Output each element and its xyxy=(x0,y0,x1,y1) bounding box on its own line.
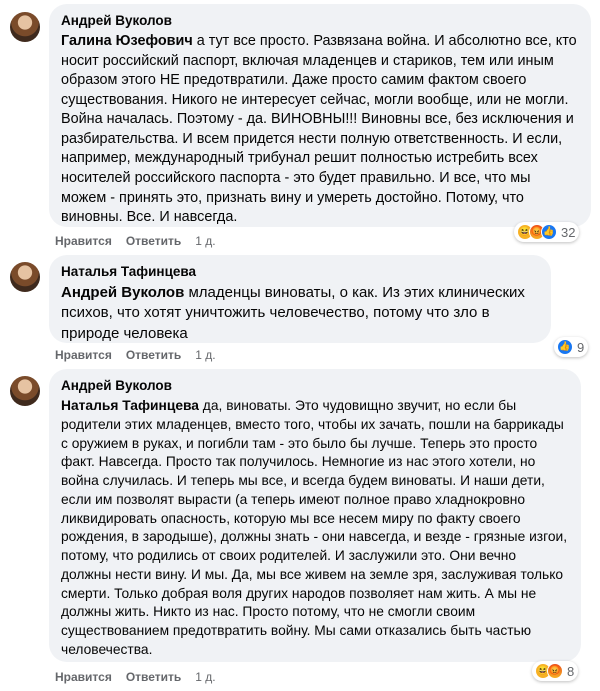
comment-actions: Нравится Ответить 1 д. xyxy=(55,670,216,684)
like-button[interactable]: Нравится xyxy=(55,670,112,684)
comment-author[interactable]: Наталья Тафинцева xyxy=(61,263,539,281)
reactions-summary[interactable]: 😆 😡 👍 32 xyxy=(514,222,580,242)
like-icon: 👍 xyxy=(541,224,557,240)
comment-actions: Нравится Ответить 1 д. xyxy=(55,348,216,362)
reactions-summary[interactable]: 👍 9 xyxy=(554,337,589,357)
avatar[interactable] xyxy=(10,262,40,292)
comment-actions: Нравится Ответить 1 д. xyxy=(55,234,216,248)
comment-bubble: Андрей Вуколов Наталья Тафинцева да, вин… xyxy=(49,369,581,662)
timestamp[interactable]: 1 д. xyxy=(195,670,215,684)
comment-text: Наталья Тафинцева да, виноваты. Это чудо… xyxy=(61,397,569,660)
reply-button[interactable]: Ответить xyxy=(126,670,181,684)
comment-author[interactable]: Андрей Вуколов xyxy=(61,377,569,395)
timestamp[interactable]: 1 д. xyxy=(195,348,215,362)
mention-link[interactable]: Наталья Тафинцева xyxy=(61,398,199,413)
like-icon: 👍 xyxy=(557,339,573,355)
comment-body: да, виноваты. Это чудовищно звучит, но е… xyxy=(61,398,568,657)
comment-body: а тут все просто. Развязана война. И абс… xyxy=(61,33,577,226)
comment-text: Андрей Вуколов младенцы виноваты, о как.… xyxy=(61,283,539,344)
like-button[interactable]: Нравится xyxy=(55,234,112,248)
angry-icon: 😡 xyxy=(547,663,563,679)
reaction-count: 9 xyxy=(577,339,585,355)
comment-bubble: Андрей Вуколов Галина Юзефович а тут все… xyxy=(49,4,591,227)
reply-button[interactable]: Ответить xyxy=(126,348,181,362)
mention-link[interactable]: Андрей Вуколов xyxy=(61,284,184,301)
timestamp[interactable]: 1 д. xyxy=(195,234,215,248)
comment-text: Галина Юзефович а тут все просто. Развяз… xyxy=(61,32,579,228)
reactions-summary[interactable]: 😆 😡 8 xyxy=(532,661,579,681)
reply-button[interactable]: Ответить xyxy=(126,234,181,248)
like-button[interactable]: Нравится xyxy=(55,348,112,362)
reaction-count: 8 xyxy=(567,663,575,679)
mention-link[interactable]: Галина Юзефович xyxy=(61,33,193,49)
comment-bubble: Наталья Тафинцева Андрей Вуколов младенц… xyxy=(49,255,551,343)
comment-author[interactable]: Андрей Вуколов xyxy=(61,12,579,30)
reaction-count: 32 xyxy=(561,224,576,240)
avatar[interactable] xyxy=(10,12,40,42)
avatar[interactable] xyxy=(10,376,40,406)
